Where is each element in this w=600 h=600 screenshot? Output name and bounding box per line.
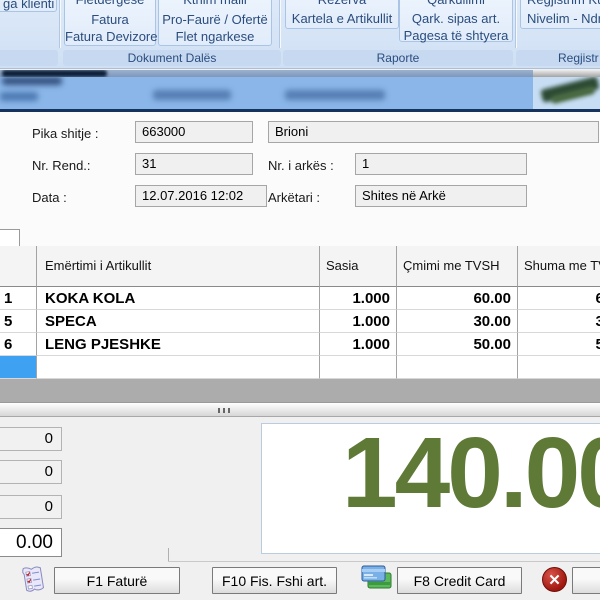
credit-card-icon[interactable]	[360, 563, 393, 593]
label-nr-arkes: Nr. i arkës :	[268, 158, 334, 173]
panel-divider	[168, 561, 600, 562]
f10-fshi-art-button[interactable]: F10 Fis. Fshi art.	[212, 567, 337, 594]
amount-paid-field[interactable]: 0.00	[0, 528, 62, 557]
title-strip	[0, 70, 533, 77]
ribbon-item-rezerva[interactable]: Rezerva	[286, 0, 398, 8]
row-code: 6	[0, 333, 37, 356]
table-row[interactable]: 5 SPECA 1.000 30.00 30.00	[0, 310, 600, 333]
row-cmimi	[397, 356, 518, 379]
row-code: 5	[0, 310, 37, 333]
grand-total-display: 140.00	[261, 423, 600, 554]
pika-shitje-code-field[interactable]: 663000	[135, 121, 253, 143]
column-header-shuma[interactable]: Shuma me TVSH	[518, 246, 600, 287]
row-cmimi: 30.00	[397, 310, 518, 333]
blurred-title-text	[2, 70, 107, 77]
ribbon-item-fletdergese[interactable]: Fletdërgesë	[65, 0, 155, 8]
ribbon-button-label: ga klienti	[0, 0, 56, 12]
grid-empty-area	[0, 379, 600, 402]
label-data: Data :	[32, 190, 67, 205]
column-header-emertimi[interactable]: Emërtimi i Artikullit	[37, 246, 320, 287]
ribbon-toolbar: ga klienti Fletdërgesë Fatura Fatura Dev…	[0, 0, 600, 69]
close-icon[interactable]: ✕	[542, 567, 567, 592]
ribbon-item-pagesa-te-shtyera[interactable]: Pagesa të shtyera	[400, 28, 512, 44]
banner-logo-area	[533, 77, 600, 109]
f1-fature-button[interactable]: F1 Faturë	[54, 567, 180, 594]
ribbon-item-regjistrim[interactable]: Regjistrim Ku	[521, 0, 600, 8]
items-table: Emërtimi i Artikullit Sasia Çmimi me TVS…	[0, 246, 600, 402]
row-shuma: 60.00	[518, 287, 600, 310]
blurred-banner-text	[0, 92, 38, 101]
f8-credit-card-button[interactable]: F8 Credit Card	[397, 567, 522, 594]
row-sasia	[320, 356, 397, 379]
ribbon-item-qark-sipas-art[interactable]: Qark. sipas art.	[400, 11, 512, 27]
splitter-handle[interactable]	[0, 402, 600, 417]
row-name: LENG PJESHKE	[37, 333, 320, 356]
invoice-document-icon[interactable]	[20, 563, 48, 595]
ribbon-item-pro-faure[interactable]: Pro-Faurë / Ofertë	[159, 12, 271, 28]
ribbon-button-qarkullimi-stack[interactable]: Qarkullimi Qark. sipas art. Pagesa të sh…	[399, 0, 513, 42]
ribbon-button-fatura-stack[interactable]: Fletdërgesë Fatura Fatura Devizore	[64, 0, 156, 46]
data-field[interactable]: 12.07.2016 12:02	[135, 185, 267, 207]
column-header-sasia[interactable]: Sasia	[320, 246, 397, 287]
ribbon-item-fatura[interactable]: Fatura	[65, 12, 155, 28]
ribbon-item-nivelim[interactable]: Nivelim - Ndr	[521, 11, 600, 27]
table-row[interactable]: 1 KOKA KOLA 1.000 60.00 60.00	[0, 287, 600, 310]
column-header-cmimi[interactable]: Çmimi me TVSH	[397, 246, 518, 287]
ribbon-group-label-dokument-dales: Dokument Dalës	[63, 50, 281, 66]
amount-field-1[interactable]: 0	[0, 427, 62, 451]
ribbon-group-label-raporte: Raporte	[283, 50, 513, 66]
row-shuma: 30.00	[518, 310, 600, 333]
row-cmimi: 60.00	[397, 287, 518, 310]
payment-panel: 0 0 0 0.00 140.00 F1 Faturë F10 Fis. Fsh…	[0, 417, 600, 600]
ribbon-button-regjistrim-stack[interactable]: Regjistrim Ku Nivelim - Ndr	[520, 0, 600, 29]
row-shuma: 50.00	[518, 333, 600, 356]
selected-row-indicator	[0, 356, 37, 379]
ribbon-item-qarkullimi[interactable]: Qarkullimi	[400, 0, 512, 8]
title-strip-right	[533, 70, 600, 77]
ribbon-item-flet-ngarkese[interactable]: Flet ngarkese	[159, 29, 271, 45]
row-name: SPECA	[37, 310, 320, 333]
ribbon-item-kthim-malli[interactable]: Kthim malli	[159, 0, 271, 8]
blurred-banner-text	[153, 90, 231, 100]
label-nr-rend: Nr. Rend.:	[32, 158, 91, 173]
arketari-field[interactable]: Shites në Arkë	[355, 185, 527, 207]
table-header-row: Emërtimi i Artikullit Sasia Çmimi me TVS…	[0, 246, 600, 287]
row-sasia: 1.000	[320, 287, 397, 310]
label-arketari: Arkëtari :	[268, 190, 320, 205]
grand-total-value: 140.00	[342, 423, 600, 531]
ribbon-button-cut-left[interactable]: ga klienti	[0, 0, 57, 12]
ribbon-separator	[279, 0, 281, 48]
label-pika-shitje: Pika shitje :	[32, 126, 98, 141]
blurred-banner-text	[2, 77, 62, 85]
row-sasia: 1.000	[320, 310, 397, 333]
ribbon-separator	[59, 0, 61, 48]
amount-field-3[interactable]: 0	[0, 495, 62, 519]
row-name: KOKA KOLA	[37, 287, 320, 310]
blurred-banner-text	[285, 90, 385, 100]
ribbon-item-kartela-artikullit[interactable]: Kartela e Artikullit	[286, 11, 398, 27]
nr-arkes-field[interactable]: 1	[355, 153, 527, 175]
ribbon-button-kartela-stack[interactable]: Rezerva Kartela e Artikullit	[285, 0, 399, 29]
ribbon-group-label-regjistr: Regjistr	[516, 50, 600, 66]
table-new-row[interactable]	[0, 356, 600, 379]
cut-right-button[interactable]	[572, 567, 600, 594]
splitter-grip-icon	[218, 408, 230, 413]
row-cmimi: 50.00	[397, 333, 518, 356]
row-shuma	[518, 356, 600, 379]
panel-divider	[168, 548, 169, 561]
table-row[interactable]: 6 LENG PJESHKE 1.000 50.00 50.00	[0, 333, 600, 356]
ribbon-separator	[515, 0, 517, 48]
amount-field-2[interactable]: 0	[0, 460, 62, 484]
header-banner	[0, 77, 533, 109]
ribbon-group-label-cut	[0, 50, 58, 66]
row-sasia: 1.000	[320, 333, 397, 356]
nr-rend-field[interactable]: 31	[135, 153, 253, 175]
ribbon-button-profature-stack[interactable]: Kthim malli Pro-Faurë / Ofertë Flet ngar…	[158, 0, 272, 46]
invoice-header-panel: Pika shitje : 663000 Brioni Nr. Rend.: 3…	[0, 112, 600, 246]
row-code: 1	[0, 287, 37, 310]
ribbon-item-fatura-devizore[interactable]: Fatura Devizore	[65, 29, 155, 45]
column-header-rownum[interactable]	[0, 246, 37, 287]
pika-shitje-name-field[interactable]: Brioni	[268, 121, 599, 143]
row-name	[37, 356, 320, 379]
